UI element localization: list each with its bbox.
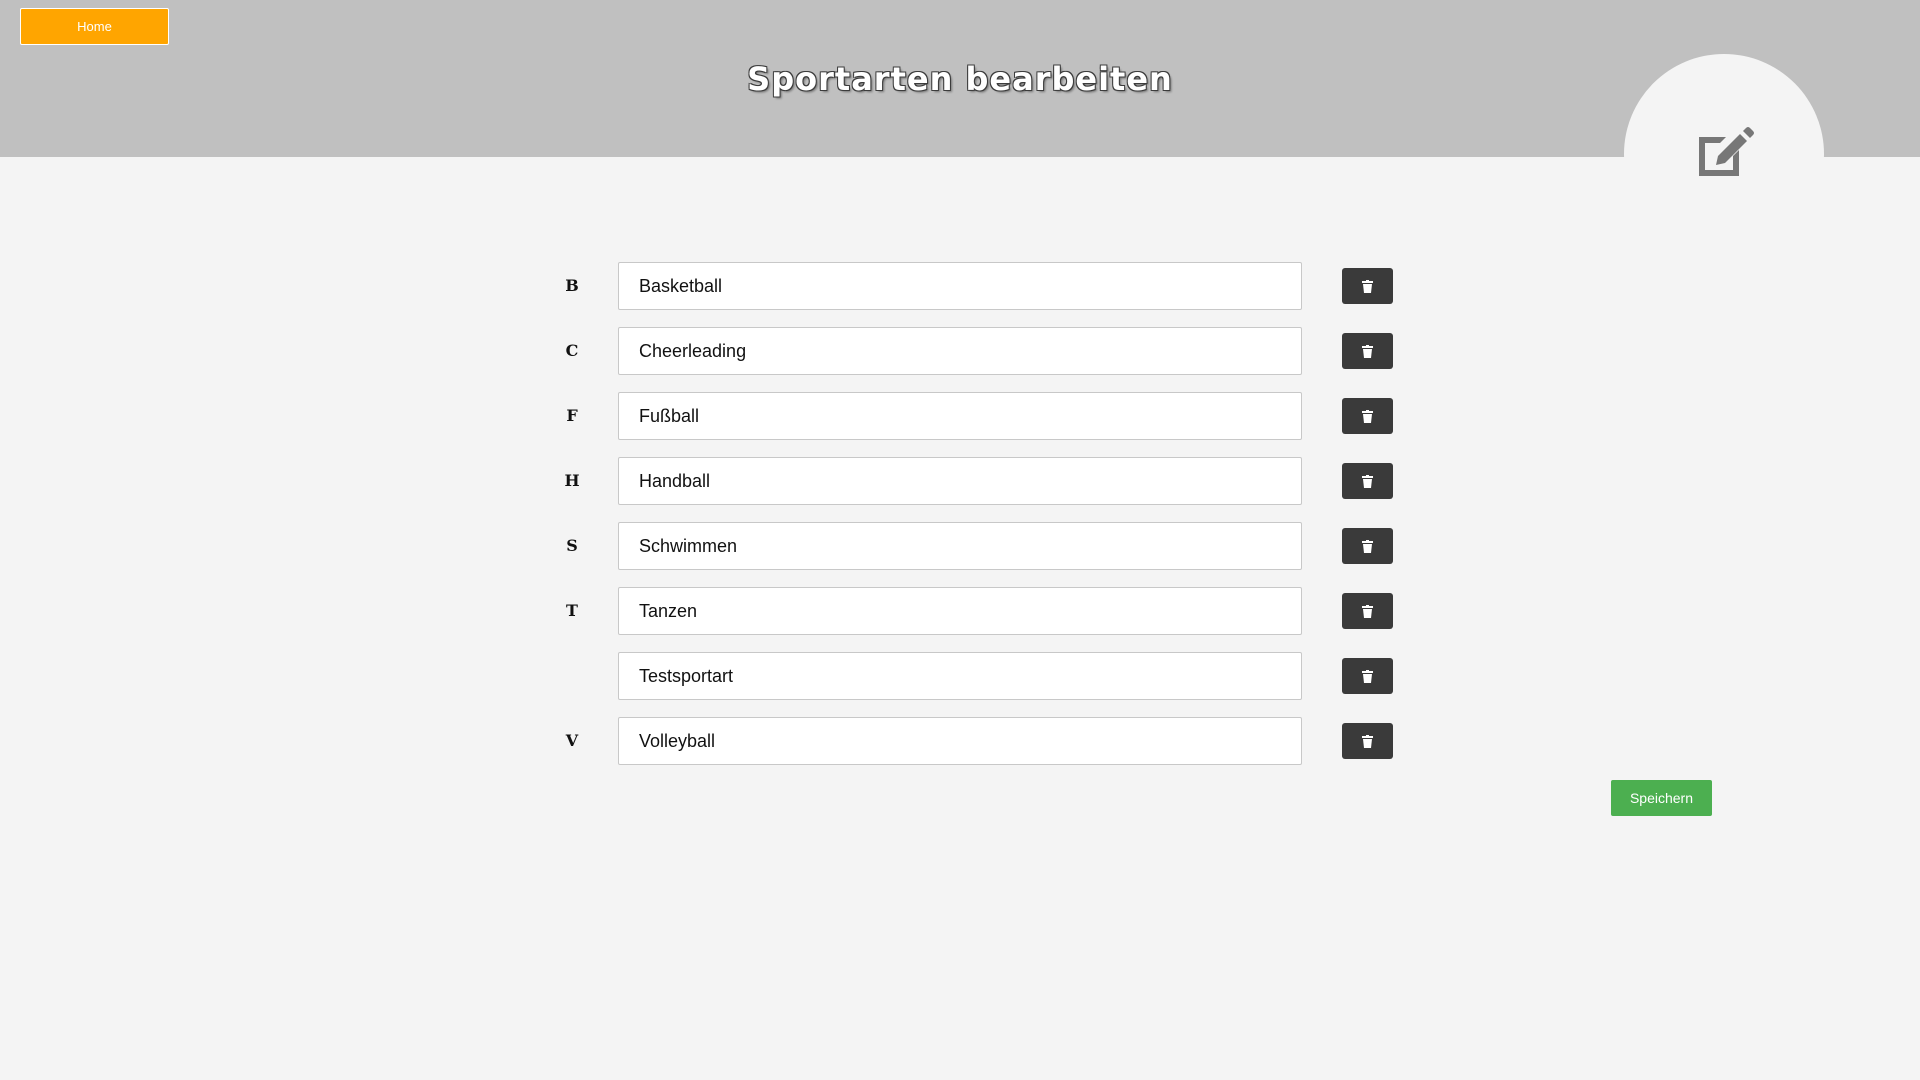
sport-row: H (0, 457, 1920, 505)
sport-row: S (0, 522, 1920, 570)
sport-row: T (0, 587, 1920, 635)
delete-button[interactable] (1342, 593, 1393, 629)
trash-icon (1362, 344, 1373, 358)
delete-button[interactable] (1342, 658, 1393, 694)
group-letter: S (566, 536, 578, 555)
group-letter: F (566, 406, 578, 425)
group-letter: H (564, 471, 580, 490)
group-letter: B (565, 276, 579, 295)
trash-icon (1362, 409, 1373, 423)
sport-name-input[interactable] (618, 717, 1302, 765)
group-letter: C (565, 341, 579, 360)
sport-name-input[interactable] (618, 522, 1302, 570)
delete-button[interactable] (1342, 268, 1393, 304)
group-letter: T (566, 601, 578, 620)
delete-button[interactable] (1342, 723, 1393, 759)
save-button[interactable]: Speichern (1611, 780, 1712, 816)
delete-button[interactable] (1342, 333, 1393, 369)
sport-name-input[interactable] (618, 327, 1302, 375)
trash-icon (1362, 279, 1373, 293)
trash-icon (1362, 604, 1373, 618)
delete-button[interactable] (1342, 463, 1393, 499)
sport-row: C (0, 327, 1920, 375)
sport-row: F (0, 392, 1920, 440)
delete-button[interactable] (1342, 528, 1393, 564)
sport-name-input[interactable] (618, 392, 1302, 440)
trash-icon (1362, 734, 1373, 748)
sport-row: B (0, 262, 1920, 310)
edit-badge (1624, 54, 1824, 254)
delete-button[interactable] (1342, 398, 1393, 434)
sport-name-input[interactable] (618, 457, 1302, 505)
home-button[interactable]: Home (20, 8, 169, 45)
edit-icon (1699, 127, 1754, 176)
page-title: Sportarten bearbeiten (747, 60, 1173, 98)
trash-icon (1362, 669, 1373, 683)
trash-icon (1362, 474, 1373, 488)
trash-icon (1362, 539, 1373, 553)
group-letter (556, 652, 588, 700)
sport-row (0, 652, 1920, 700)
group-letter: V (565, 731, 579, 750)
sport-row: V (0, 717, 1920, 765)
sport-name-input[interactable] (618, 652, 1302, 700)
sport-name-input[interactable] (618, 262, 1302, 310)
sport-name-input[interactable] (618, 587, 1302, 635)
